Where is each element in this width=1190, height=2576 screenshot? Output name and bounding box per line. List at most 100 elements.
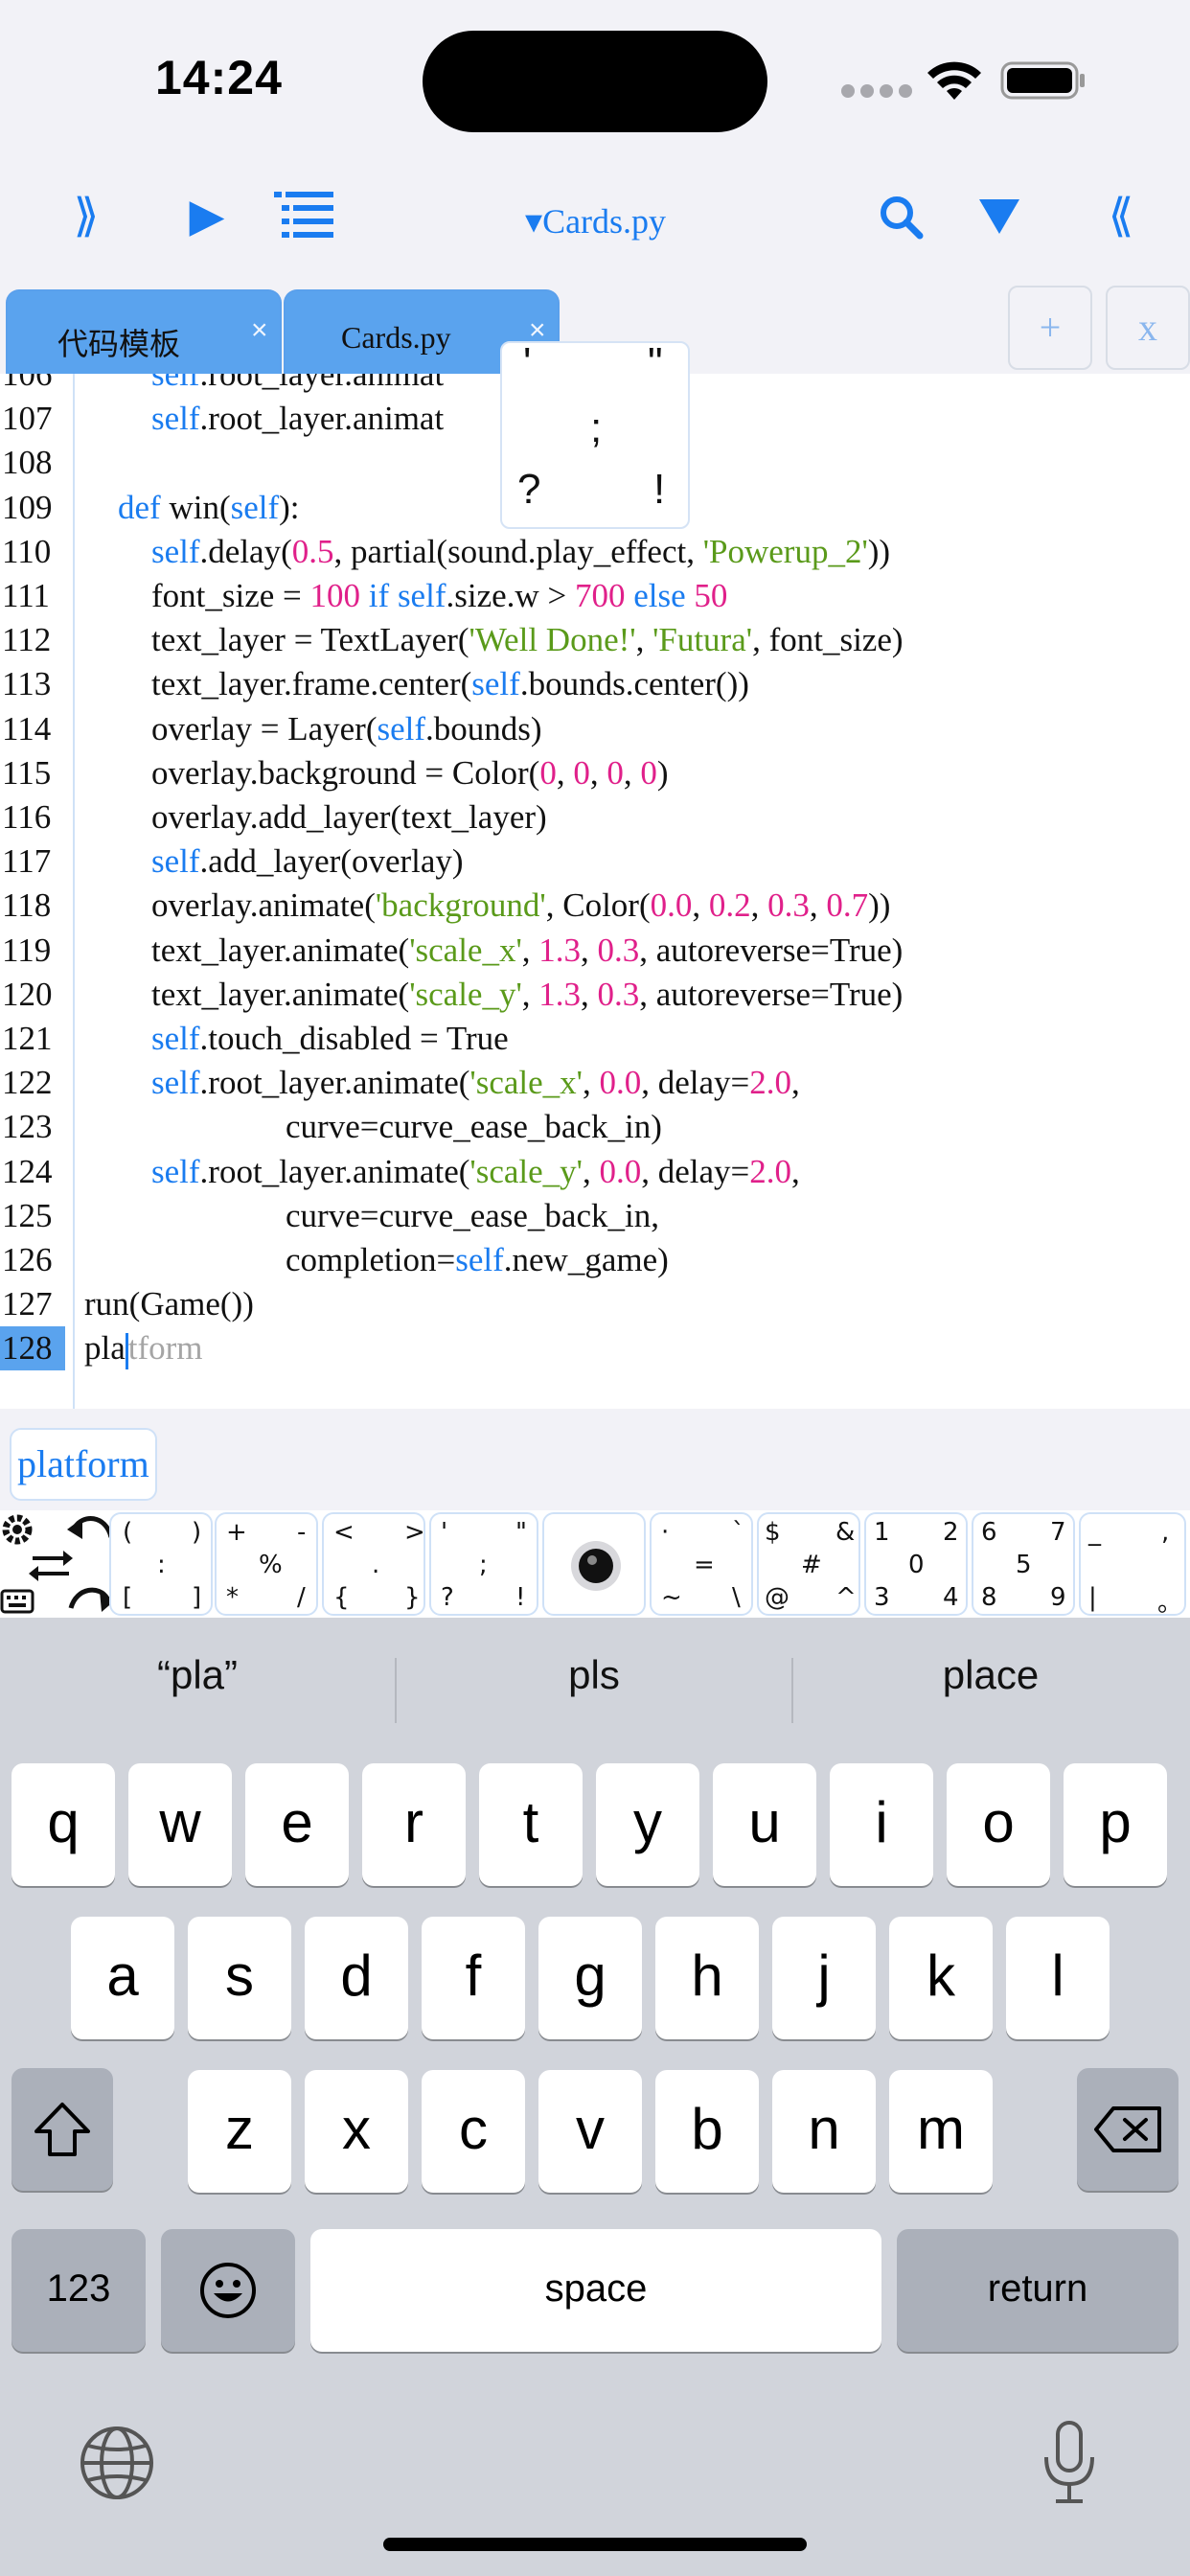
accessory-key-symbols[interactable]: · ` = ~ \ <box>650 1512 753 1616</box>
code-line[interactable]: 116 overlay.add_layer(text_layer) <box>0 795 1190 840</box>
shift-key[interactable] <box>11 2068 113 2191</box>
emoji-key[interactable] <box>161 2229 295 2352</box>
collapse-right-icon[interactable]: ⟪ <box>1092 188 1150 245</box>
search-icon[interactable] <box>878 194 924 240</box>
key-c[interactable]: c <box>422 2070 525 2193</box>
tab-code-templates[interactable]: 代码模板 × <box>6 289 282 374</box>
line-number: 114 <box>2 709 52 748</box>
code-line[interactable]: 115 overlay.background = Color(0, 0, 0, … <box>0 751 1190 795</box>
prediction-typed[interactable]: “pla” <box>6 1652 389 1698</box>
key-e[interactable]: e <box>245 1763 349 1886</box>
key-a[interactable]: a <box>71 1917 174 2039</box>
popup-key-exclamation[interactable]: ! <box>653 466 665 514</box>
accessory-key-angle-braces[interactable]: < > . { } <box>322 1512 425 1616</box>
close-all-tabs-button[interactable]: x <box>1106 286 1190 370</box>
key-l[interactable]: l <box>1006 1917 1110 2039</box>
key-k[interactable]: k <box>889 1917 993 2039</box>
code-line[interactable]: 112 text_layer = TextLayer('Well Done!',… <box>0 618 1190 662</box>
code-text: self.add_layer(overlay) <box>151 842 464 881</box>
key-r[interactable]: r <box>362 1763 466 1886</box>
line-number: 120 <box>2 975 53 1013</box>
accessory-key-digits-b[interactable]: 6 7 5 8 9 <box>972 1512 1075 1616</box>
popup-key-single-quote[interactable]: ' <box>523 339 531 387</box>
code-line[interactable]: 118 overlay.animate('background', Color(… <box>0 884 1190 928</box>
space-key[interactable]: space <box>310 2229 881 2352</box>
code-line[interactable]: 128 platform <box>0 1326 1190 1371</box>
code-line[interactable]: 114 overlay = Layer(self.bounds) <box>0 707 1190 751</box>
code-line[interactable]: 127 run(Game()) <box>0 1282 1190 1326</box>
key-u[interactable]: u <box>713 1763 816 1886</box>
prediction-separator <box>395 1658 397 1723</box>
backspace-key[interactable] <box>1077 2068 1179 2191</box>
code-line[interactable]: 111 font_size = 100 if self.size.w > 700… <box>0 574 1190 618</box>
key-j[interactable]: j <box>772 1917 876 2039</box>
key-q[interactable]: q <box>11 1763 115 1886</box>
tab-close-icon[interactable]: × <box>251 314 268 347</box>
code-line[interactable]: 122 self.root_layer.animate('scale_x', 0… <box>0 1061 1190 1105</box>
code-line[interactable]: 117 self.add_layer(overlay) <box>0 840 1190 884</box>
redo-icon[interactable] <box>67 1579 115 1618</box>
key-i[interactable]: i <box>830 1763 933 1886</box>
code-text: self.root_layer.animate('scale_x', 0.0, … <box>151 1064 800 1102</box>
key-d[interactable]: d <box>305 1917 408 2039</box>
file-title-dropdown[interactable]: ▾Cards.py <box>525 201 666 242</box>
accessory-key-quotes[interactable]: ' " ; ? ! <box>429 1512 538 1616</box>
key-v[interactable]: v <box>538 2070 642 2193</box>
key-w[interactable]: w <box>128 1763 232 1886</box>
key-m[interactable]: m <box>889 2070 993 2193</box>
dropdown-menu-icon[interactable] <box>979 199 1019 234</box>
code-editor[interactable]: 106 self.root_layer.animat .0)107 self.r… <box>0 374 1190 1409</box>
prediction-place[interactable]: place <box>799 1652 1182 1698</box>
run-button[interactable]: ▶ <box>178 188 236 245</box>
code-line[interactable]: 119 text_layer.animate('scale_x', 1.3, 0… <box>0 929 1190 973</box>
key-s[interactable]: s <box>188 1917 291 2039</box>
shift-arrow-icon <box>34 2103 90 2156</box>
globe-icon[interactable] <box>79 2425 155 2501</box>
microphone-icon[interactable] <box>1041 2419 1098 2505</box>
key-y[interactable]: y <box>596 1763 699 1886</box>
prediction-pls[interactable]: pls <box>402 1652 786 1698</box>
accessory-key-digits-a[interactable]: 1 2 0 3 4 <box>864 1512 968 1616</box>
popup-key-double-quote[interactable]: " <box>648 339 663 387</box>
expand-left-icon[interactable]: ⟫ <box>57 188 115 245</box>
numbers-key[interactable]: 123 <box>11 2229 146 2352</box>
popup-key-question[interactable]: ? <box>517 466 540 514</box>
code-line[interactable]: 125 curve=curve_ease_back_in, <box>0 1194 1190 1238</box>
key-g[interactable]: g <box>538 1917 642 2039</box>
code-line[interactable]: 124 self.root_layer.animate('scale_y', 0… <box>0 1150 1190 1194</box>
key-x[interactable]: x <box>305 2070 408 2193</box>
settings-gear-icon[interactable] <box>0 1510 38 1549</box>
accessory-key-special[interactable]: $ & # @ ^ <box>757 1512 860 1616</box>
code-line[interactable]: 113 text_layer.frame.center(self.bounds.… <box>0 662 1190 706</box>
autocomplete-suggestion[interactable]: platform <box>10 1428 157 1501</box>
return-key[interactable]: return <box>897 2229 1179 2352</box>
key-n[interactable]: n <box>772 2070 876 2193</box>
key-h[interactable]: h <box>655 1917 759 2039</box>
key-f[interactable]: f <box>422 1917 525 2039</box>
code-line[interactable]: 120 text_layer.animate('scale_y', 1.3, 0… <box>0 973 1190 1017</box>
accessory-key-operators[interactable]: + - % * / <box>215 1512 318 1616</box>
key-p[interactable]: p <box>1064 1763 1167 1886</box>
punctuation-popup[interactable]: ' " ; ? ! <box>500 339 690 529</box>
code-text: run(Game()) <box>84 1285 254 1323</box>
undo-icon[interactable] <box>67 1510 115 1549</box>
line-number: 115 <box>2 753 52 792</box>
accessory-key-row: ( ) : [ ] + - % * / < > . { } ' " ; ? ! … <box>0 1510 1190 1618</box>
outline-list-icon[interactable] <box>274 190 335 243</box>
code-line[interactable]: 123 curve=curve_ease_back_in) <box>0 1105 1190 1149</box>
keyboard-dismiss-icon[interactable] <box>0 1587 38 1616</box>
accessory-key-misc[interactable]: _ , | 。 <box>1079 1512 1186 1618</box>
cursor-joystick-button[interactable] <box>542 1512 646 1616</box>
accessory-key-brackets[interactable]: ( ) : [ ] <box>109 1512 213 1616</box>
code-line[interactable]: 126 completion=self.new_game) <box>0 1238 1190 1282</box>
popup-key-semicolon[interactable]: ; <box>590 404 602 452</box>
cellular-signal-icon <box>841 84 912 98</box>
key-z[interactable]: z <box>188 2070 291 2193</box>
key-t[interactable]: t <box>479 1763 583 1886</box>
add-tab-button[interactable]: + <box>1008 286 1092 370</box>
code-line[interactable]: 121 self.touch_disabled = True <box>0 1017 1190 1061</box>
key-b[interactable]: b <box>655 2070 759 2193</box>
inline-completion-ghost: tform <box>127 1329 203 1368</box>
key-o[interactable]: o <box>947 1763 1050 1886</box>
code-line[interactable]: 110 self.delay(0.5, partial(sound.play_e… <box>0 530 1190 574</box>
